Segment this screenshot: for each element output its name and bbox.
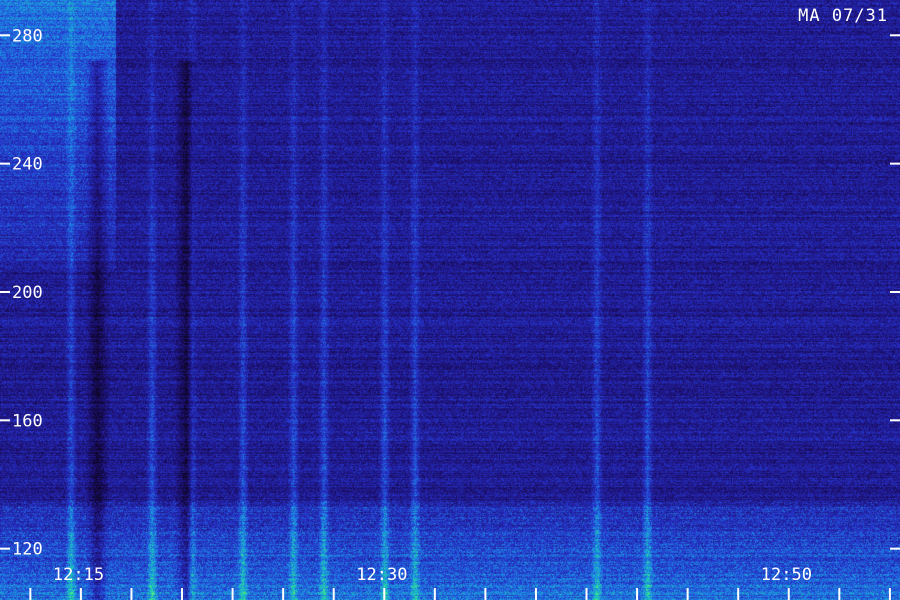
y-tick-label: 200 [12, 283, 43, 303]
x-tick-label: 12:50 [761, 565, 812, 585]
station-date-label: MA 07/31 [798, 6, 888, 26]
y-tick-label: 240 [12, 155, 43, 175]
x-tick-label: 12:30 [356, 565, 407, 585]
y-tick-label: 280 [12, 26, 43, 46]
spectrogram-chart: 280 240 200 160 120 12:15 12:30 12:50 MA 07/31 [0, 0, 900, 600]
y-tick-label: 160 [12, 411, 43, 431]
axis-overlay: 280 240 200 160 120 12:15 12:30 12:50 [0, 26, 900, 600]
y-tick-label: 120 [12, 540, 43, 560]
x-tick-label: 12:15 [53, 565, 104, 585]
